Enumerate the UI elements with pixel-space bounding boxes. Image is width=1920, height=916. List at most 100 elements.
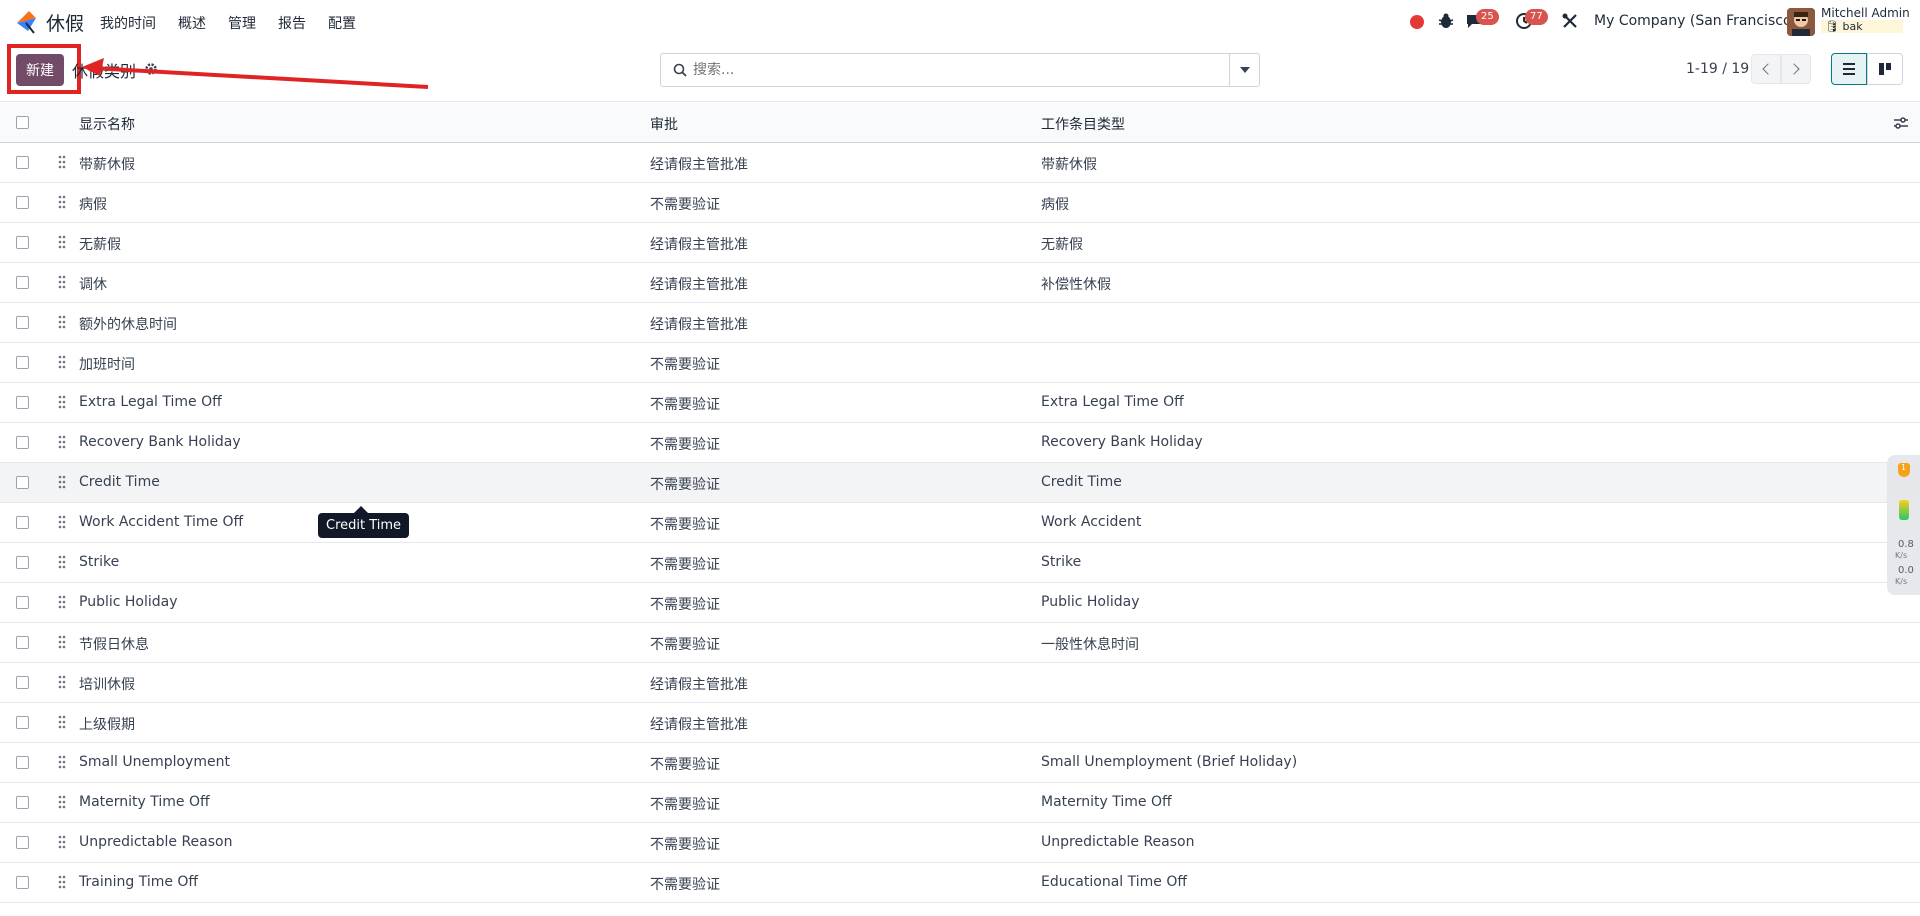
drag-handle-icon[interactable] [58, 395, 66, 409]
table-row[interactable]: 额外的休息时间 经请假主管批准 [0, 303, 1920, 343]
drag-handle-icon[interactable] [58, 155, 66, 169]
table-row[interactable]: Training Time Off 不需要验证 Educational Time O… [0, 863, 1920, 903]
app-name[interactable]: 休假 [46, 9, 84, 36]
row-checkbox[interactable] [16, 836, 29, 849]
annotation-arrow-icon [82, 58, 429, 89]
row-checkbox[interactable] [16, 636, 29, 649]
cell-display-name: Extra Legal Time Off [79, 394, 222, 410]
table-row[interactable]: Public Holiday 不需要验证 Public Holiday [0, 583, 1920, 623]
row-checkbox[interactable] [16, 716, 29, 729]
drag-handle-icon[interactable] [58, 275, 66, 289]
drag-handle-icon[interactable] [58, 355, 66, 369]
menu-item-reporting[interactable]: 报告 [278, 13, 306, 33]
table-row[interactable]: Strike 不需要验证 Strike [0, 543, 1920, 583]
drag-handle-icon[interactable] [58, 795, 66, 809]
row-checkbox[interactable] [16, 396, 29, 409]
cell-display-name: Credit Time [79, 474, 160, 490]
table-row[interactable]: Extra Legal Time Off 不需要验证 Extra Legal Tim… [0, 383, 1920, 423]
row-checkbox[interactable] [16, 516, 29, 529]
pager-value[interactable]: 1-19 / 19 [1686, 61, 1749, 77]
user-avatar[interactable] [1787, 8, 1815, 36]
drag-handle-icon[interactable] [58, 635, 66, 649]
row-checkbox[interactable] [16, 756, 29, 769]
cell-approval: 经请假主管批准 [650, 717, 748, 733]
table-row[interactable]: 节假日休息 不需要验证 一般性休息时间 [0, 623, 1920, 663]
drag-handle-icon[interactable] [58, 875, 66, 889]
company-switcher[interactable]: My Company (San Francisco) [1594, 13, 1797, 29]
cell-display-name: Strike [79, 554, 120, 570]
row-checkbox[interactable] [16, 796, 29, 809]
menu-item-overview[interactable]: 概述 [178, 13, 206, 33]
row-checkbox[interactable] [16, 276, 29, 289]
kanban-view-button[interactable] [1867, 53, 1903, 85]
row-checkbox[interactable] [16, 356, 29, 369]
row-checkbox[interactable] [16, 156, 29, 169]
search-bar[interactable] [660, 53, 1260, 87]
table-row[interactable]: 培训休假 经请假主管批准 [0, 663, 1920, 703]
app-logo-icon[interactable] [14, 9, 40, 35]
database-name: 🛢 bak [1821, 20, 1903, 33]
table-row[interactable]: Small Unemployment 不需要验证 Small Unemploymen… [0, 743, 1920, 783]
row-checkbox[interactable] [16, 236, 29, 249]
table-row[interactable]: 上级假期 经请假主管批准 [0, 703, 1920, 743]
drag-handle-icon[interactable] [58, 675, 66, 689]
cell-approval: 不需要验证 [650, 877, 720, 893]
table-row[interactable]: Credit Time 不需要验证 Credit Time [0, 463, 1920, 503]
pager-next-button[interactable] [1781, 54, 1811, 84]
drag-handle-icon[interactable] [58, 515, 66, 529]
network-monitor-widget[interactable]: 1 0.8 K/s 0.0 K/s [1887, 455, 1920, 595]
drag-handle-icon[interactable] [58, 475, 66, 489]
menu-item-configuration[interactable]: 配置 [328, 13, 356, 33]
cell-approval: 经请假主管批准 [650, 317, 748, 333]
row-checkbox[interactable] [16, 196, 29, 209]
row-checkbox[interactable] [16, 476, 29, 489]
drag-handle-icon[interactable] [58, 315, 66, 329]
table-row[interactable]: 病假 不需要验证 病假 [0, 183, 1920, 223]
list-view-button[interactable] [1831, 53, 1867, 85]
row-checkbox[interactable] [16, 316, 29, 329]
search-input[interactable] [693, 60, 1193, 80]
menu-item-my-time[interactable]: 我的时间 [100, 13, 156, 33]
drag-handle-icon[interactable] [58, 715, 66, 729]
cell-approval: 不需要验证 [650, 517, 720, 533]
row-checkbox[interactable] [16, 876, 29, 889]
table-row[interactable]: Unpredictable Reason 不需要验证 Unpredictable R… [0, 823, 1920, 863]
search-options-toggle[interactable] [1229, 54, 1259, 86]
cell-work-entry-type: Credit Time [1041, 474, 1122, 490]
drag-handle-icon[interactable] [58, 235, 66, 249]
drag-handle-icon[interactable] [58, 755, 66, 769]
recording-dot-icon[interactable] [1410, 15, 1424, 29]
table-row[interactable]: Work Accident Time Off 不需要验证 Work Accident [0, 503, 1920, 543]
cell-display-name: 节假日休息 [79, 637, 149, 653]
avatar-face-icon [1787, 8, 1815, 36]
table-body: 带薪休假 经请假主管批准 带薪休假 病假 不需要验证 病假 无薪假 经请假主管批准 无薪假 调休经… [0, 143, 1920, 903]
drag-handle-icon[interactable] [58, 835, 66, 849]
column-header-work-entry-type[interactable]: 工作条目类型 [1041, 114, 1125, 134]
table-row[interactable]: Recovery Bank Holiday 不需要验证 Recovery Bank … [0, 423, 1920, 463]
drag-handle-icon[interactable] [58, 595, 66, 609]
user-name[interactable]: Mitchell Admin [1821, 6, 1910, 20]
menu-item-management[interactable]: 管理 [228, 13, 256, 33]
drag-handle-icon[interactable] [58, 555, 66, 569]
cell-work-entry-type: Extra Legal Time Off [1041, 394, 1184, 410]
column-header-display-name[interactable]: 显示名称 [79, 114, 135, 134]
bug-icon[interactable] [1437, 12, 1455, 30]
table-row[interactable]: 加班时间 不需要验证 [0, 343, 1920, 383]
pager-previous-button[interactable] [1751, 54, 1781, 84]
table-row[interactable]: 调休 经请假主管批准 补偿性休假 [0, 263, 1920, 303]
select-all-checkbox[interactable] [16, 116, 29, 129]
row-checkbox[interactable] [16, 556, 29, 569]
row-checkbox[interactable] [16, 436, 29, 449]
table-row[interactable]: 带薪休假 经请假主管批准 带薪休假 [0, 143, 1920, 183]
cell-display-name: 额外的休息时间 [79, 317, 177, 333]
column-header-approval[interactable]: 审批 [650, 114, 678, 134]
table-row[interactable]: 无薪假 经请假主管批准 无薪假 [0, 223, 1920, 263]
debug-tools-icon[interactable] [1561, 12, 1579, 30]
table-row[interactable]: Maternity Time Off 不需要验证 Maternity Time Of… [0, 783, 1920, 823]
cell-approval: 不需要验证 [650, 397, 720, 413]
drag-handle-icon[interactable] [58, 195, 66, 209]
optional-columns-icon[interactable] [1893, 115, 1909, 131]
row-checkbox[interactable] [16, 676, 29, 689]
drag-handle-icon[interactable] [58, 435, 66, 449]
row-checkbox[interactable] [16, 596, 29, 609]
